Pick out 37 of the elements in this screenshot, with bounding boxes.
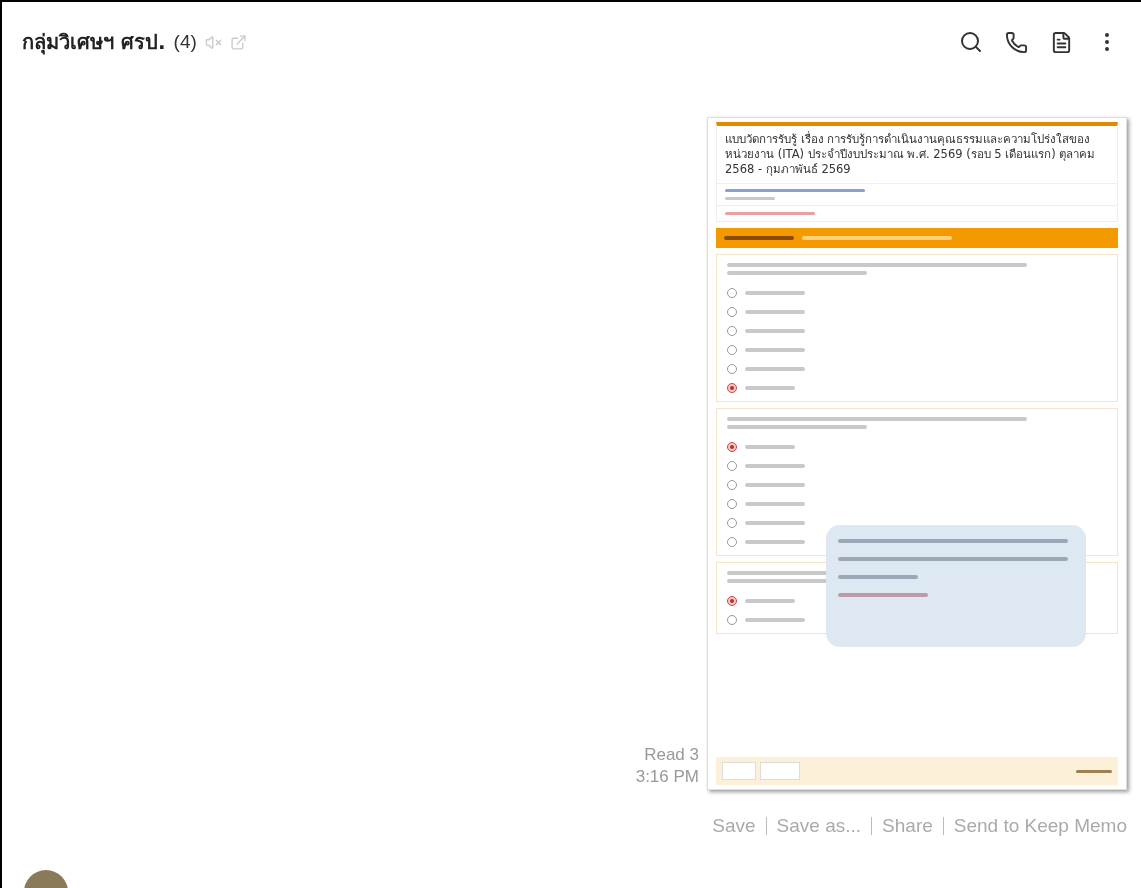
text-line-drawing xyxy=(724,236,794,240)
text-line-drawing xyxy=(745,291,805,295)
note-icon[interactable] xyxy=(1050,30,1073,54)
chat-title: กลุ่มวิเศษฯ ศรป. xyxy=(22,29,166,57)
text-line-drawing xyxy=(745,348,805,352)
text-line-drawing xyxy=(745,599,795,603)
member-count: (4) xyxy=(173,29,197,54)
radio-button[interactable] xyxy=(727,383,737,393)
next-button[interactable] xyxy=(760,762,800,780)
text-line-drawing xyxy=(745,618,805,622)
message-time: 3:16 PM xyxy=(635,766,699,788)
text-line-drawing xyxy=(745,540,805,544)
text-line-drawing xyxy=(745,483,805,487)
text-line-drawing xyxy=(745,310,805,314)
action-link[interactable]: Share xyxy=(882,812,933,841)
text-line-drawing xyxy=(1076,769,1112,773)
phone-icon[interactable] xyxy=(1005,30,1028,54)
radio-button[interactable] xyxy=(727,596,737,606)
muted-speaker-icon xyxy=(204,33,222,51)
back-button[interactable] xyxy=(722,762,756,780)
text-line-drawing xyxy=(745,521,805,525)
text-line-drawing xyxy=(745,367,805,371)
text-line-drawing xyxy=(745,386,795,390)
action-link[interactable]: Save xyxy=(712,812,756,841)
text-line-drawing xyxy=(745,329,805,333)
text-line-drawing xyxy=(745,445,795,449)
action-link[interactable]: Send to Keep Memo xyxy=(953,812,1127,841)
text-line-drawing xyxy=(745,464,805,468)
search-icon[interactable] xyxy=(959,30,983,54)
text-line-drawing xyxy=(725,197,775,200)
form-title: แบบวัดการรับรู้ เรื่อง การรับรู้การดำเนินงานคุณธรรมและความโปร่งใสของหน่วยงาน (ITA) ประจำปีงบประมาณ พ.ศ. 2569 (รอบ 5 เดือนแรก) ตุลาคม 2568 - กุมภาพันธ์ 2569 xyxy=(724,130,1097,178)
action-link[interactable]: Save as... xyxy=(776,812,862,841)
read-status: Read 3 xyxy=(644,744,699,766)
external-window-icon[interactable] xyxy=(229,33,247,51)
text-line-drawing xyxy=(745,502,805,506)
radio-button[interactable] xyxy=(727,442,737,452)
form-screenshot[interactable]: แบบวัดการรับรู้ เรื่อง การรับรู้การดำเนินงานคุณธรรมและความโปร่งใสของหน่วยงาน (ITA) ประจำปีงบประมาณ พ.ศ. 2569 (รอบ 5 เดือนแรก) ตุลาคม 2568 - กุมภาพันธ์ 2569 xyxy=(707,117,1127,790)
